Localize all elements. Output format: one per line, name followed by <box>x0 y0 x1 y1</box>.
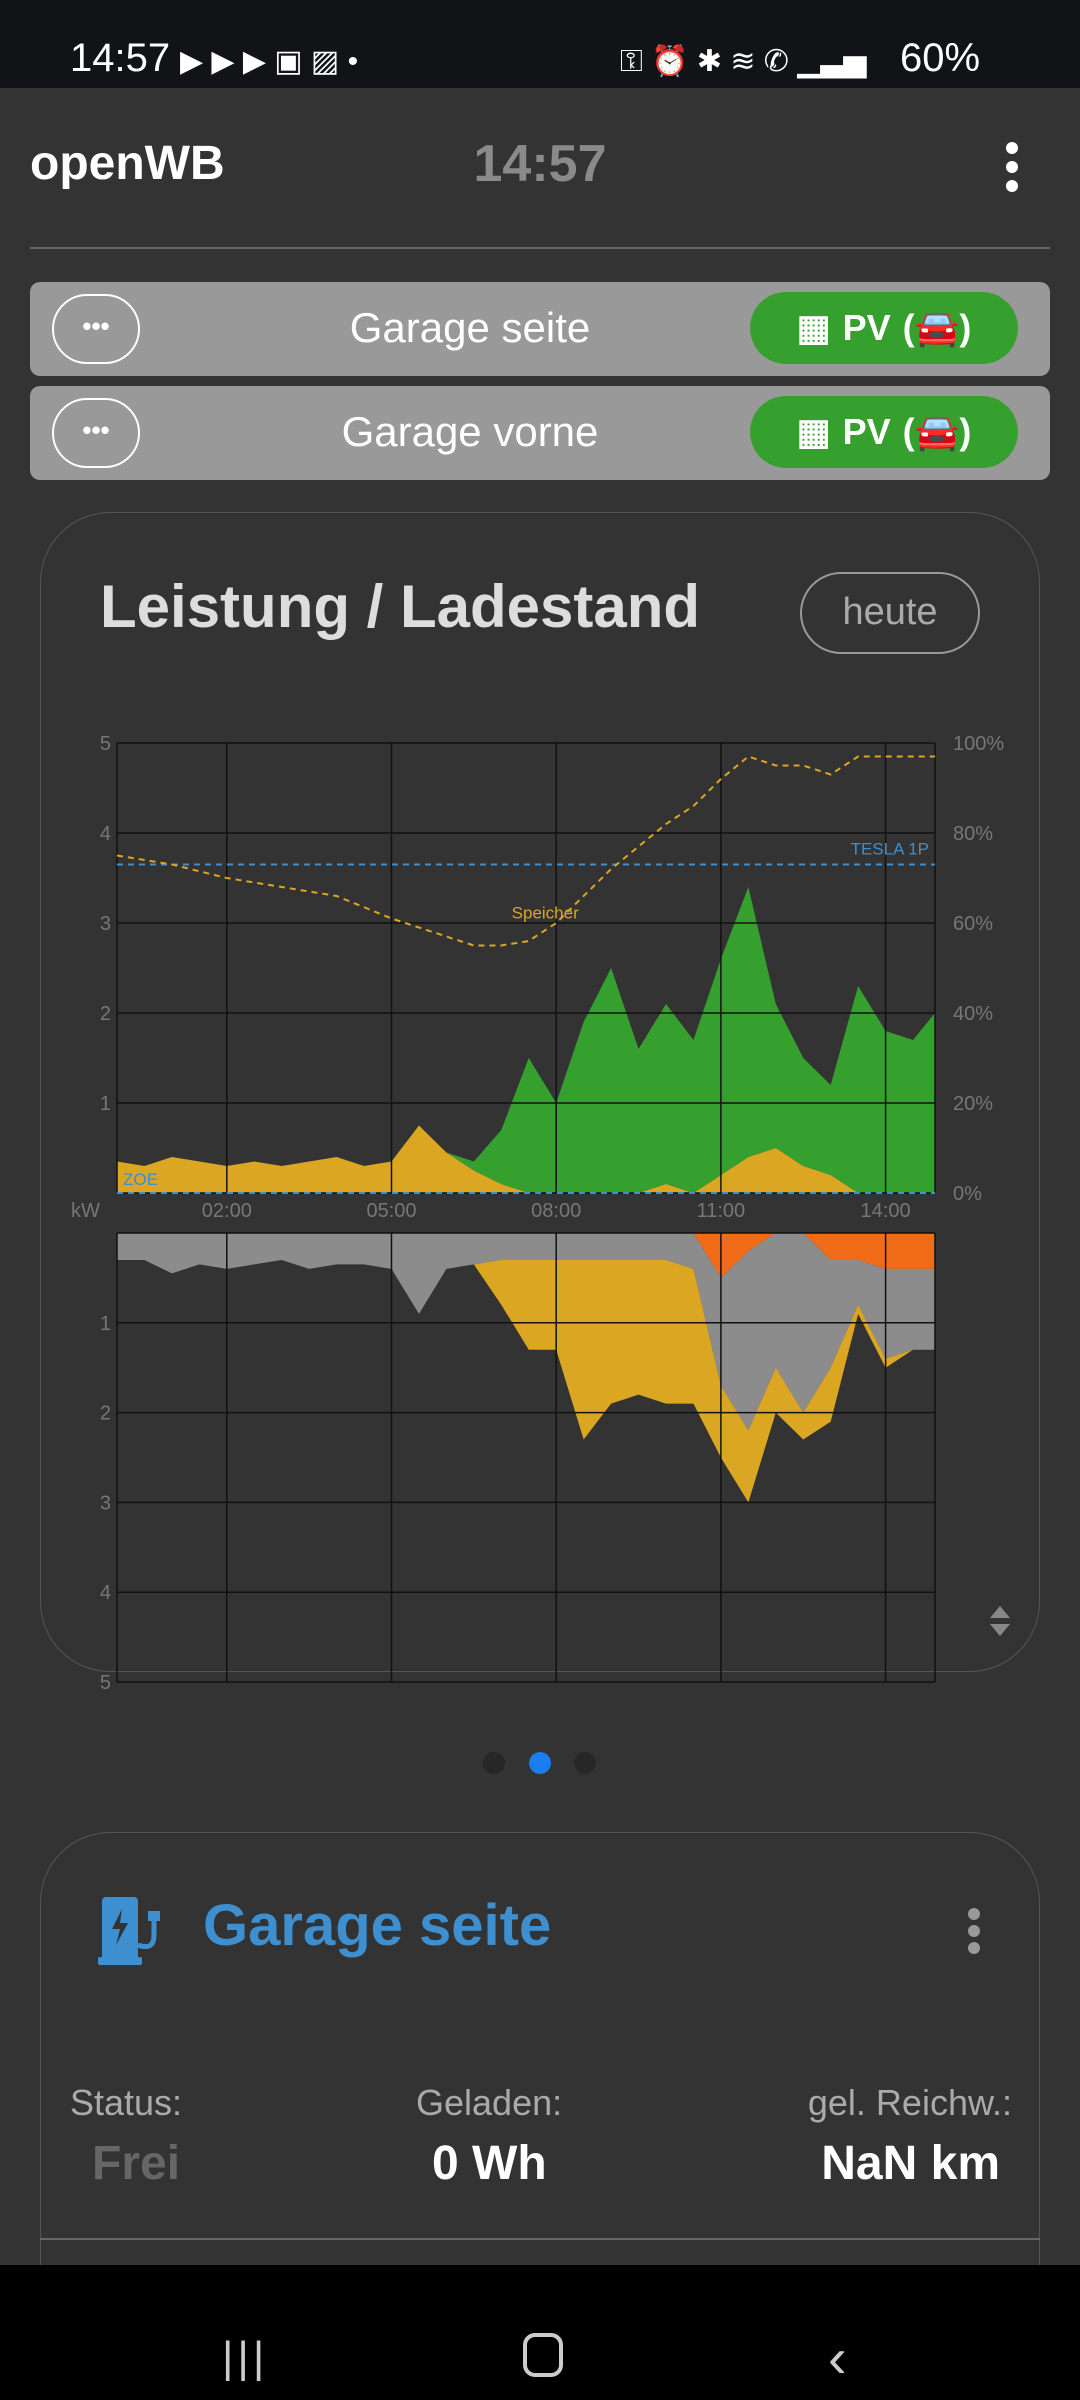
y2-tick-label: 40% <box>953 1003 993 1025</box>
charged-label: Geladen: <box>416 2082 563 2123</box>
pager-dot[interactable] <box>574 1752 596 1774</box>
resize-icon <box>990 1606 1010 1636</box>
power-chart[interactable]: 02:00 05:00 08:00 11:00 14:00 1 1 2 2 3 3 4 4 5 5 0% 20%… <box>0 700 1080 1700</box>
solar-panel-icon: ▦ <box>796 411 831 452</box>
mode-label: PV <box>842 411 891 452</box>
navigation-bar: ||| ‹ <box>0 2265 1080 2400</box>
chart-title: Leistung / Ladestand <box>100 573 701 640</box>
car-icon: (🚘) <box>902 307 972 348</box>
pager-dot-active[interactable] <box>529 1752 551 1774</box>
y2-tick-label: 80% <box>953 823 993 845</box>
y-tick-label: 3 <box>100 1492 111 1514</box>
back-icon[interactable]: ‹ <box>828 2325 847 2390</box>
range-value: NaN km <box>821 2137 1000 2190</box>
battery-level: 60% <box>900 36 981 80</box>
system-icons: ⚿ ⏰ ✱ ≋ ✆ ▁▃▅ <box>620 45 867 78</box>
card-menu-icon[interactable] <box>968 1908 982 1954</box>
ref-line-label: TESLA 1P <box>851 840 929 859</box>
x-tick-label: 02:00 <box>202 1200 252 1222</box>
ref-line-label: ZOE <box>123 1170 158 1189</box>
soc-line-label: Speicher <box>512 904 579 923</box>
chargepoint-title: Garage seite <box>203 1893 552 1958</box>
x-tick-label: 08:00 <box>531 1200 581 1222</box>
y-tick-label: 3 <box>100 913 111 935</box>
y-tick-label: 5 <box>100 1672 111 1694</box>
home-icon[interactable] <box>523 2333 563 2377</box>
notification-icons: ▶ ▶ ▶ ▣ ▨ • <box>180 45 359 78</box>
y-tick-label: 4 <box>100 1582 111 1604</box>
card-divider <box>40 2238 1040 2240</box>
x-tick-label: 05:00 <box>366 1200 416 1222</box>
status-time: 14:57 <box>70 36 171 80</box>
y-tick-label: 5 <box>100 733 111 755</box>
y-tick-label: 2 <box>100 1003 111 1025</box>
range-label: gel. Reichw.: <box>807 2082 1012 2123</box>
y2-tick-label: 100% <box>953 733 1004 755</box>
solar-panel-icon: ▦ <box>796 307 831 348</box>
charge-mode-badge[interactable]: ▦ PV (🚘) <box>750 292 1018 364</box>
upper-area-1 <box>117 887 935 1193</box>
charged-value: 0 Wh <box>432 2137 547 2190</box>
charge-mode-badge[interactable]: ▦ PV (🚘) <box>750 396 1018 468</box>
y2-tick-label: 0% <box>953 1183 982 1205</box>
divider <box>30 247 1050 249</box>
status-bar: 14:57 ▶ ▶ ▶ ▣ ▨ • ⚿ ⏰ ✱ ≋ ✆ ▁▃▅ 60% <box>0 0 1080 88</box>
chargepoint-row[interactable]: ••• Garage seite ▦ PV (🚘) <box>30 282 1050 376</box>
x-tick-label: 14:00 <box>861 1200 911 1222</box>
charging-station-icon <box>98 1897 160 1965</box>
range-button[interactable]: heute <box>800 572 980 654</box>
status-value: Frei <box>92 2137 181 2190</box>
car-icon: (🚘) <box>902 411 972 452</box>
mode-label: PV <box>842 307 891 348</box>
y-tick-label: 4 <box>100 823 111 845</box>
recent-apps-icon[interactable]: ||| <box>222 2333 268 2383</box>
y-tick-label: 2 <box>100 1403 111 1425</box>
y2-tick-label: 20% <box>953 1093 993 1115</box>
y-tick-label: 1 <box>100 1093 111 1115</box>
menu-icon[interactable] <box>995 142 1029 192</box>
status-label: Status: <box>70 2082 183 2123</box>
y2-tick-label: 60% <box>953 913 993 935</box>
chargepoint-row[interactable]: ••• Garage vorne ▦ PV (🚘) <box>30 386 1050 480</box>
header-clock: 14:57 <box>473 135 607 193</box>
y-tick-label: 1 <box>100 1313 111 1335</box>
y-axis-label: kW <box>71 1200 100 1222</box>
x-tick-label: 11:00 <box>697 1200 746 1222</box>
pager-dot[interactable] <box>483 1752 505 1774</box>
